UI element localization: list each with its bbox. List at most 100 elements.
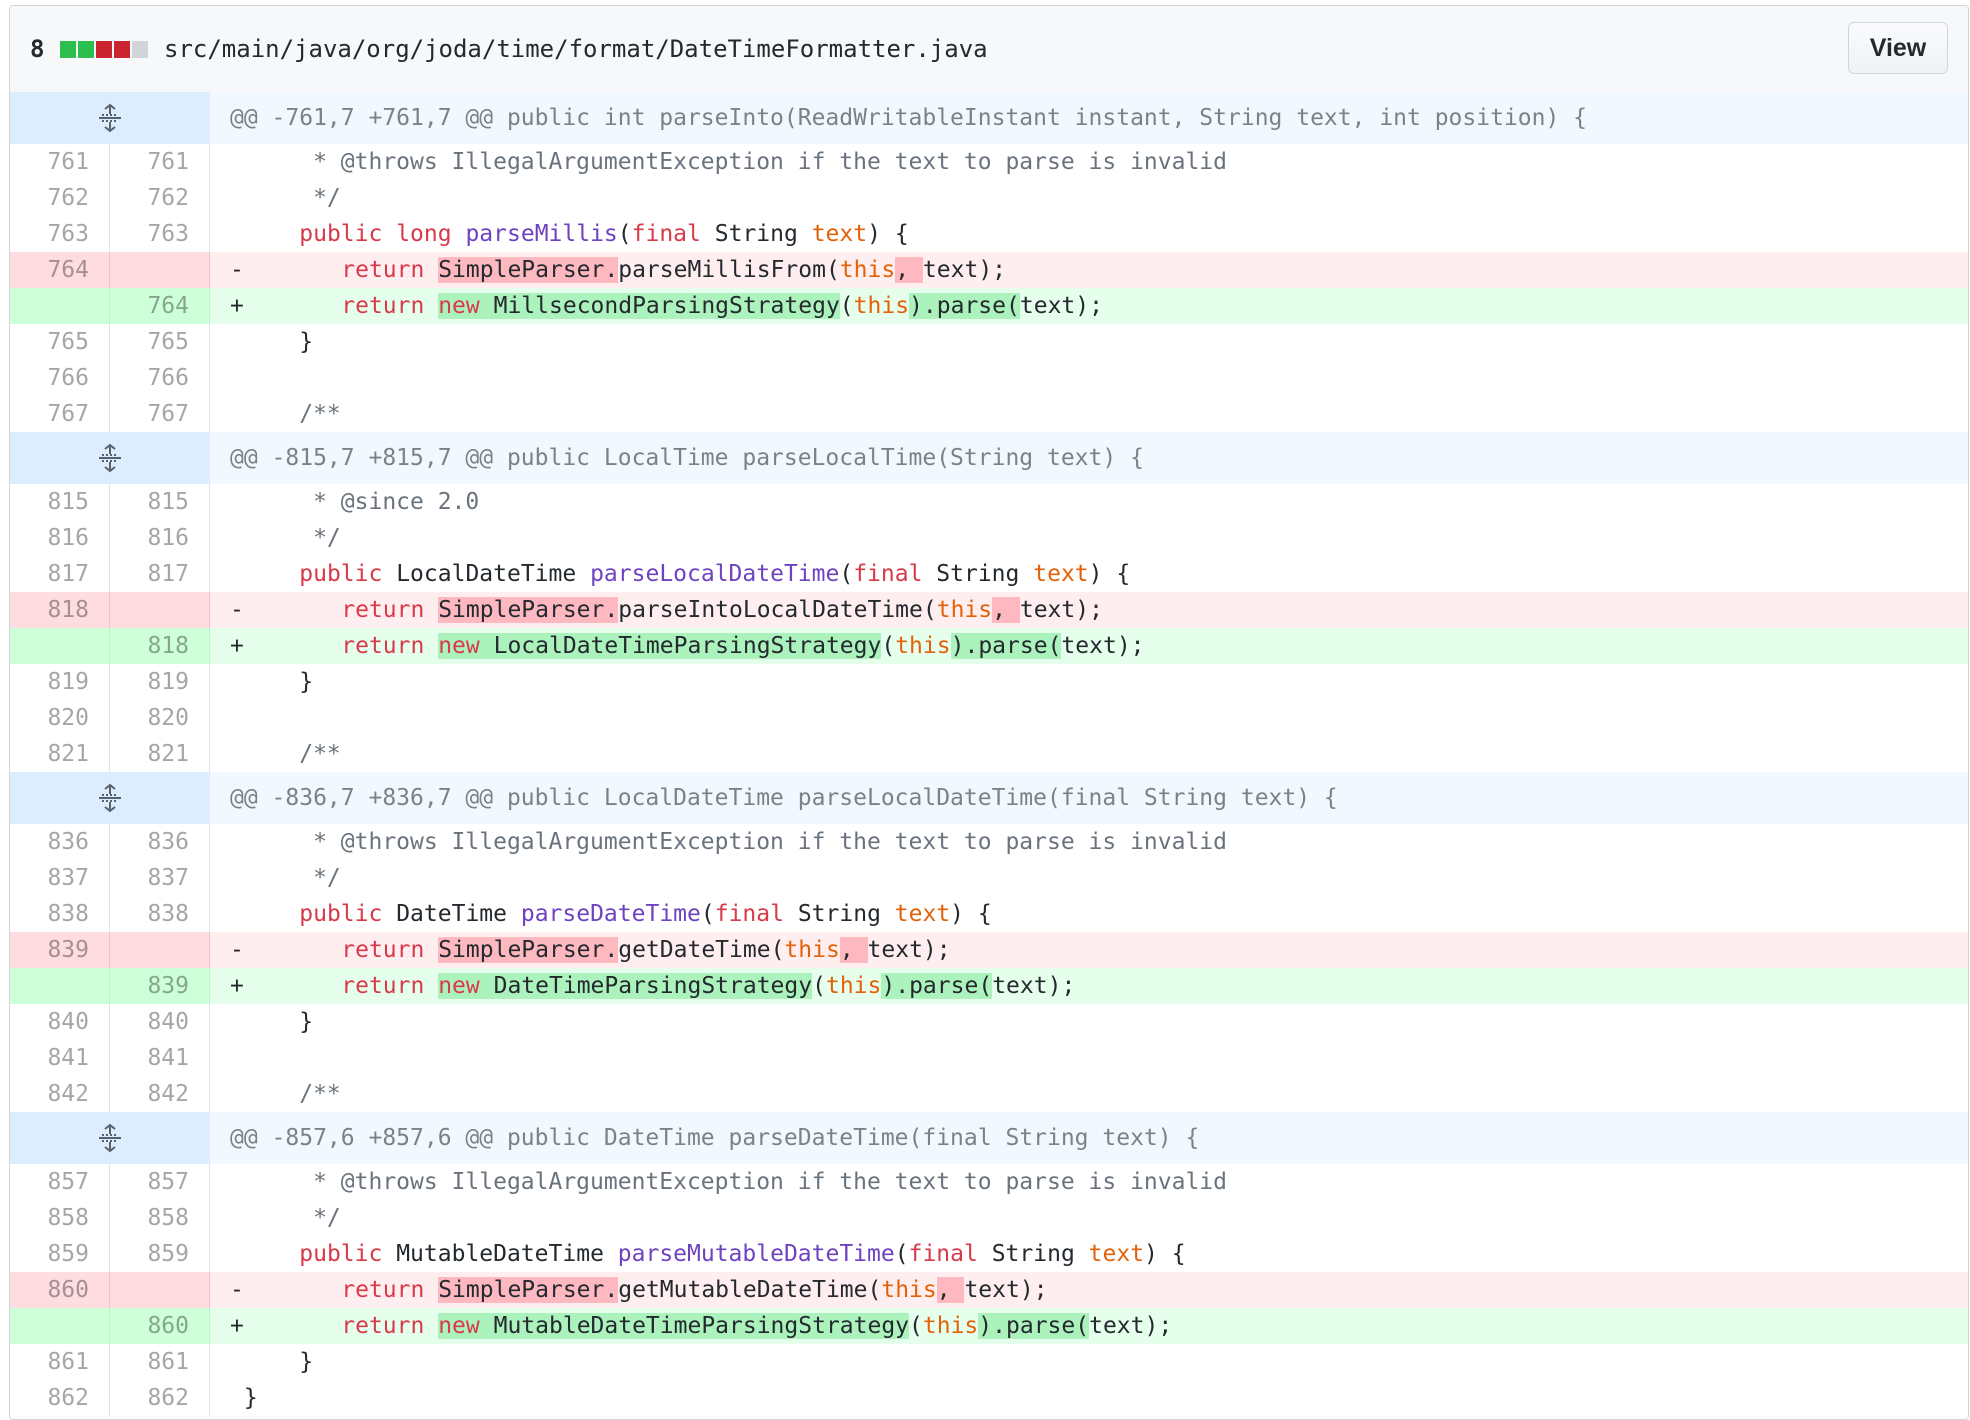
new-line-number[interactable]: 820 (110, 700, 210, 736)
old-line-number[interactable]: 764 (10, 252, 110, 288)
old-line-number[interactable]: 821 (10, 736, 110, 772)
old-line-number[interactable]: 766 (10, 360, 110, 396)
old-line-number[interactable]: 841 (10, 1040, 110, 1076)
context-line: 765 765 } (10, 324, 1968, 360)
plus-sign: + (230, 633, 244, 659)
old-line-number[interactable]: 860 (10, 1272, 110, 1308)
new-line-number[interactable]: 841 (110, 1040, 210, 1076)
code-text: return SimpleParser.parseIntoLocalDateTi… (341, 597, 1103, 623)
code-line: public long parseMillis(final String tex… (210, 216, 1968, 252)
context-line: 862 862 } (10, 1380, 1968, 1416)
old-line-number[interactable]: 840 (10, 1004, 110, 1040)
view-file-button[interactable]: View (1848, 22, 1948, 74)
new-line-number[interactable]: 763 (110, 216, 210, 252)
hunk-header-text: @@ -836,7 +836,7 @@ public LocalDateTime… (210, 772, 1968, 824)
new-line-number[interactable]: 819 (110, 664, 210, 700)
old-line-number[interactable] (10, 628, 110, 664)
diffstat-block (96, 41, 112, 58)
code-text: */ (230, 1205, 341, 1231)
new-line-number[interactable]: 765 (110, 324, 210, 360)
old-line-number[interactable]: 767 (10, 396, 110, 432)
old-line-number[interactable]: 819 (10, 664, 110, 700)
context-line: 859 859 public MutableDateTime parseMutab… (10, 1236, 1968, 1272)
new-line-number[interactable]: 836 (110, 824, 210, 860)
old-line-number[interactable]: 859 (10, 1236, 110, 1272)
deleted-line: 764 - return SimpleParser.parseMillisFrom… (10, 252, 1968, 288)
new-line-number[interactable]: 862 (110, 1380, 210, 1416)
old-line-number[interactable]: 816 (10, 520, 110, 556)
old-line-number[interactable]: 762 (10, 180, 110, 216)
old-line-number[interactable]: 836 (10, 824, 110, 860)
hunk-header: @@ -857,6 +857,6 @@ public DateTime pars… (10, 1112, 1968, 1164)
context-line: 766 766 (10, 360, 1968, 396)
code-line: public DateTime parseDateTime(final Stri… (210, 896, 1968, 932)
expand-lines-icon[interactable] (10, 1112, 210, 1164)
old-line-number[interactable]: 862 (10, 1380, 110, 1416)
old-line-number[interactable]: 839 (10, 932, 110, 968)
new-line-number[interactable]: 762 (110, 180, 210, 216)
old-line-number[interactable] (10, 968, 110, 1004)
diff-table: @@ -761,7 +761,7 @@ public int parseInto… (10, 92, 1968, 1416)
code-text: * @since 2.0 (230, 489, 479, 515)
new-line-number[interactable]: 860 (110, 1308, 210, 1344)
new-line-number[interactable]: 817 (110, 556, 210, 592)
new-line-number[interactable]: 858 (110, 1200, 210, 1236)
new-line-number[interactable] (110, 592, 210, 628)
code-comment: */ (230, 185, 341, 211)
code-comment: /** (230, 401, 341, 427)
new-line-number[interactable]: 837 (110, 860, 210, 896)
new-line-number[interactable]: 764 (110, 288, 210, 324)
file-path[interactable]: src/main/java/org/joda/time/format/DateT… (164, 34, 988, 64)
code-text: */ (230, 525, 341, 551)
new-line-number[interactable] (110, 932, 210, 968)
old-line-number[interactable]: 818 (10, 592, 110, 628)
old-line-number[interactable]: 815 (10, 484, 110, 520)
code-line: * @throws IllegalArgumentException if th… (210, 144, 1968, 180)
diffstat-block (114, 41, 130, 58)
old-line-number[interactable]: 761 (10, 144, 110, 180)
old-line-number[interactable]: 763 (10, 216, 110, 252)
deleted-line: 839 - return SimpleParser.getDateTime(thi… (10, 932, 1968, 968)
new-line-number[interactable]: 840 (110, 1004, 210, 1040)
code-line: - return SimpleParser.getDateTime(this, … (210, 932, 1968, 968)
old-line-number[interactable]: 861 (10, 1344, 110, 1380)
old-line-number[interactable]: 765 (10, 324, 110, 360)
old-line-number[interactable]: 858 (10, 1200, 110, 1236)
new-line-number[interactable]: 818 (110, 628, 210, 664)
old-line-number[interactable] (10, 1308, 110, 1344)
code-text: /** (230, 401, 341, 427)
new-line-number[interactable] (110, 1272, 210, 1308)
new-line-number[interactable]: 816 (110, 520, 210, 556)
new-line-number[interactable]: 857 (110, 1164, 210, 1200)
new-line-number[interactable]: 761 (110, 144, 210, 180)
context-line: 762 762 */ (10, 180, 1968, 216)
added-line: 860 + return new MutableDateTimeParsingSt… (10, 1308, 1968, 1344)
code-text: } (299, 1009, 314, 1035)
old-line-number[interactable]: 837 (10, 860, 110, 896)
expand-lines-icon[interactable] (10, 432, 210, 484)
old-line-number[interactable]: 857 (10, 1164, 110, 1200)
new-line-number[interactable]: 838 (110, 896, 210, 932)
new-line-number[interactable]: 839 (110, 968, 210, 1004)
expand-lines-icon[interactable] (10, 772, 210, 824)
new-line-number[interactable]: 766 (110, 360, 210, 396)
diffstat-block (78, 41, 94, 58)
code-text: return new LocalDateTimeParsingStrategy(… (341, 633, 1145, 659)
code-comment: */ (230, 865, 341, 891)
new-line-number[interactable]: 861 (110, 1344, 210, 1380)
old-line-number[interactable] (10, 288, 110, 324)
new-line-number[interactable]: 821 (110, 736, 210, 772)
context-line: 761 761 * @throws IllegalArgumentExceptio… (10, 144, 1968, 180)
expand-lines-icon[interactable] (10, 92, 210, 144)
new-line-number[interactable]: 842 (110, 1076, 210, 1112)
code-text: * @throws IllegalArgumentException if th… (230, 149, 1227, 175)
old-line-number[interactable]: 838 (10, 896, 110, 932)
new-line-number[interactable]: 815 (110, 484, 210, 520)
old-line-number[interactable]: 817 (10, 556, 110, 592)
new-line-number[interactable] (110, 252, 210, 288)
new-line-number[interactable]: 767 (110, 396, 210, 432)
old-line-number[interactable]: 842 (10, 1076, 110, 1112)
new-line-number[interactable]: 859 (110, 1236, 210, 1272)
old-line-number[interactable]: 820 (10, 700, 110, 736)
